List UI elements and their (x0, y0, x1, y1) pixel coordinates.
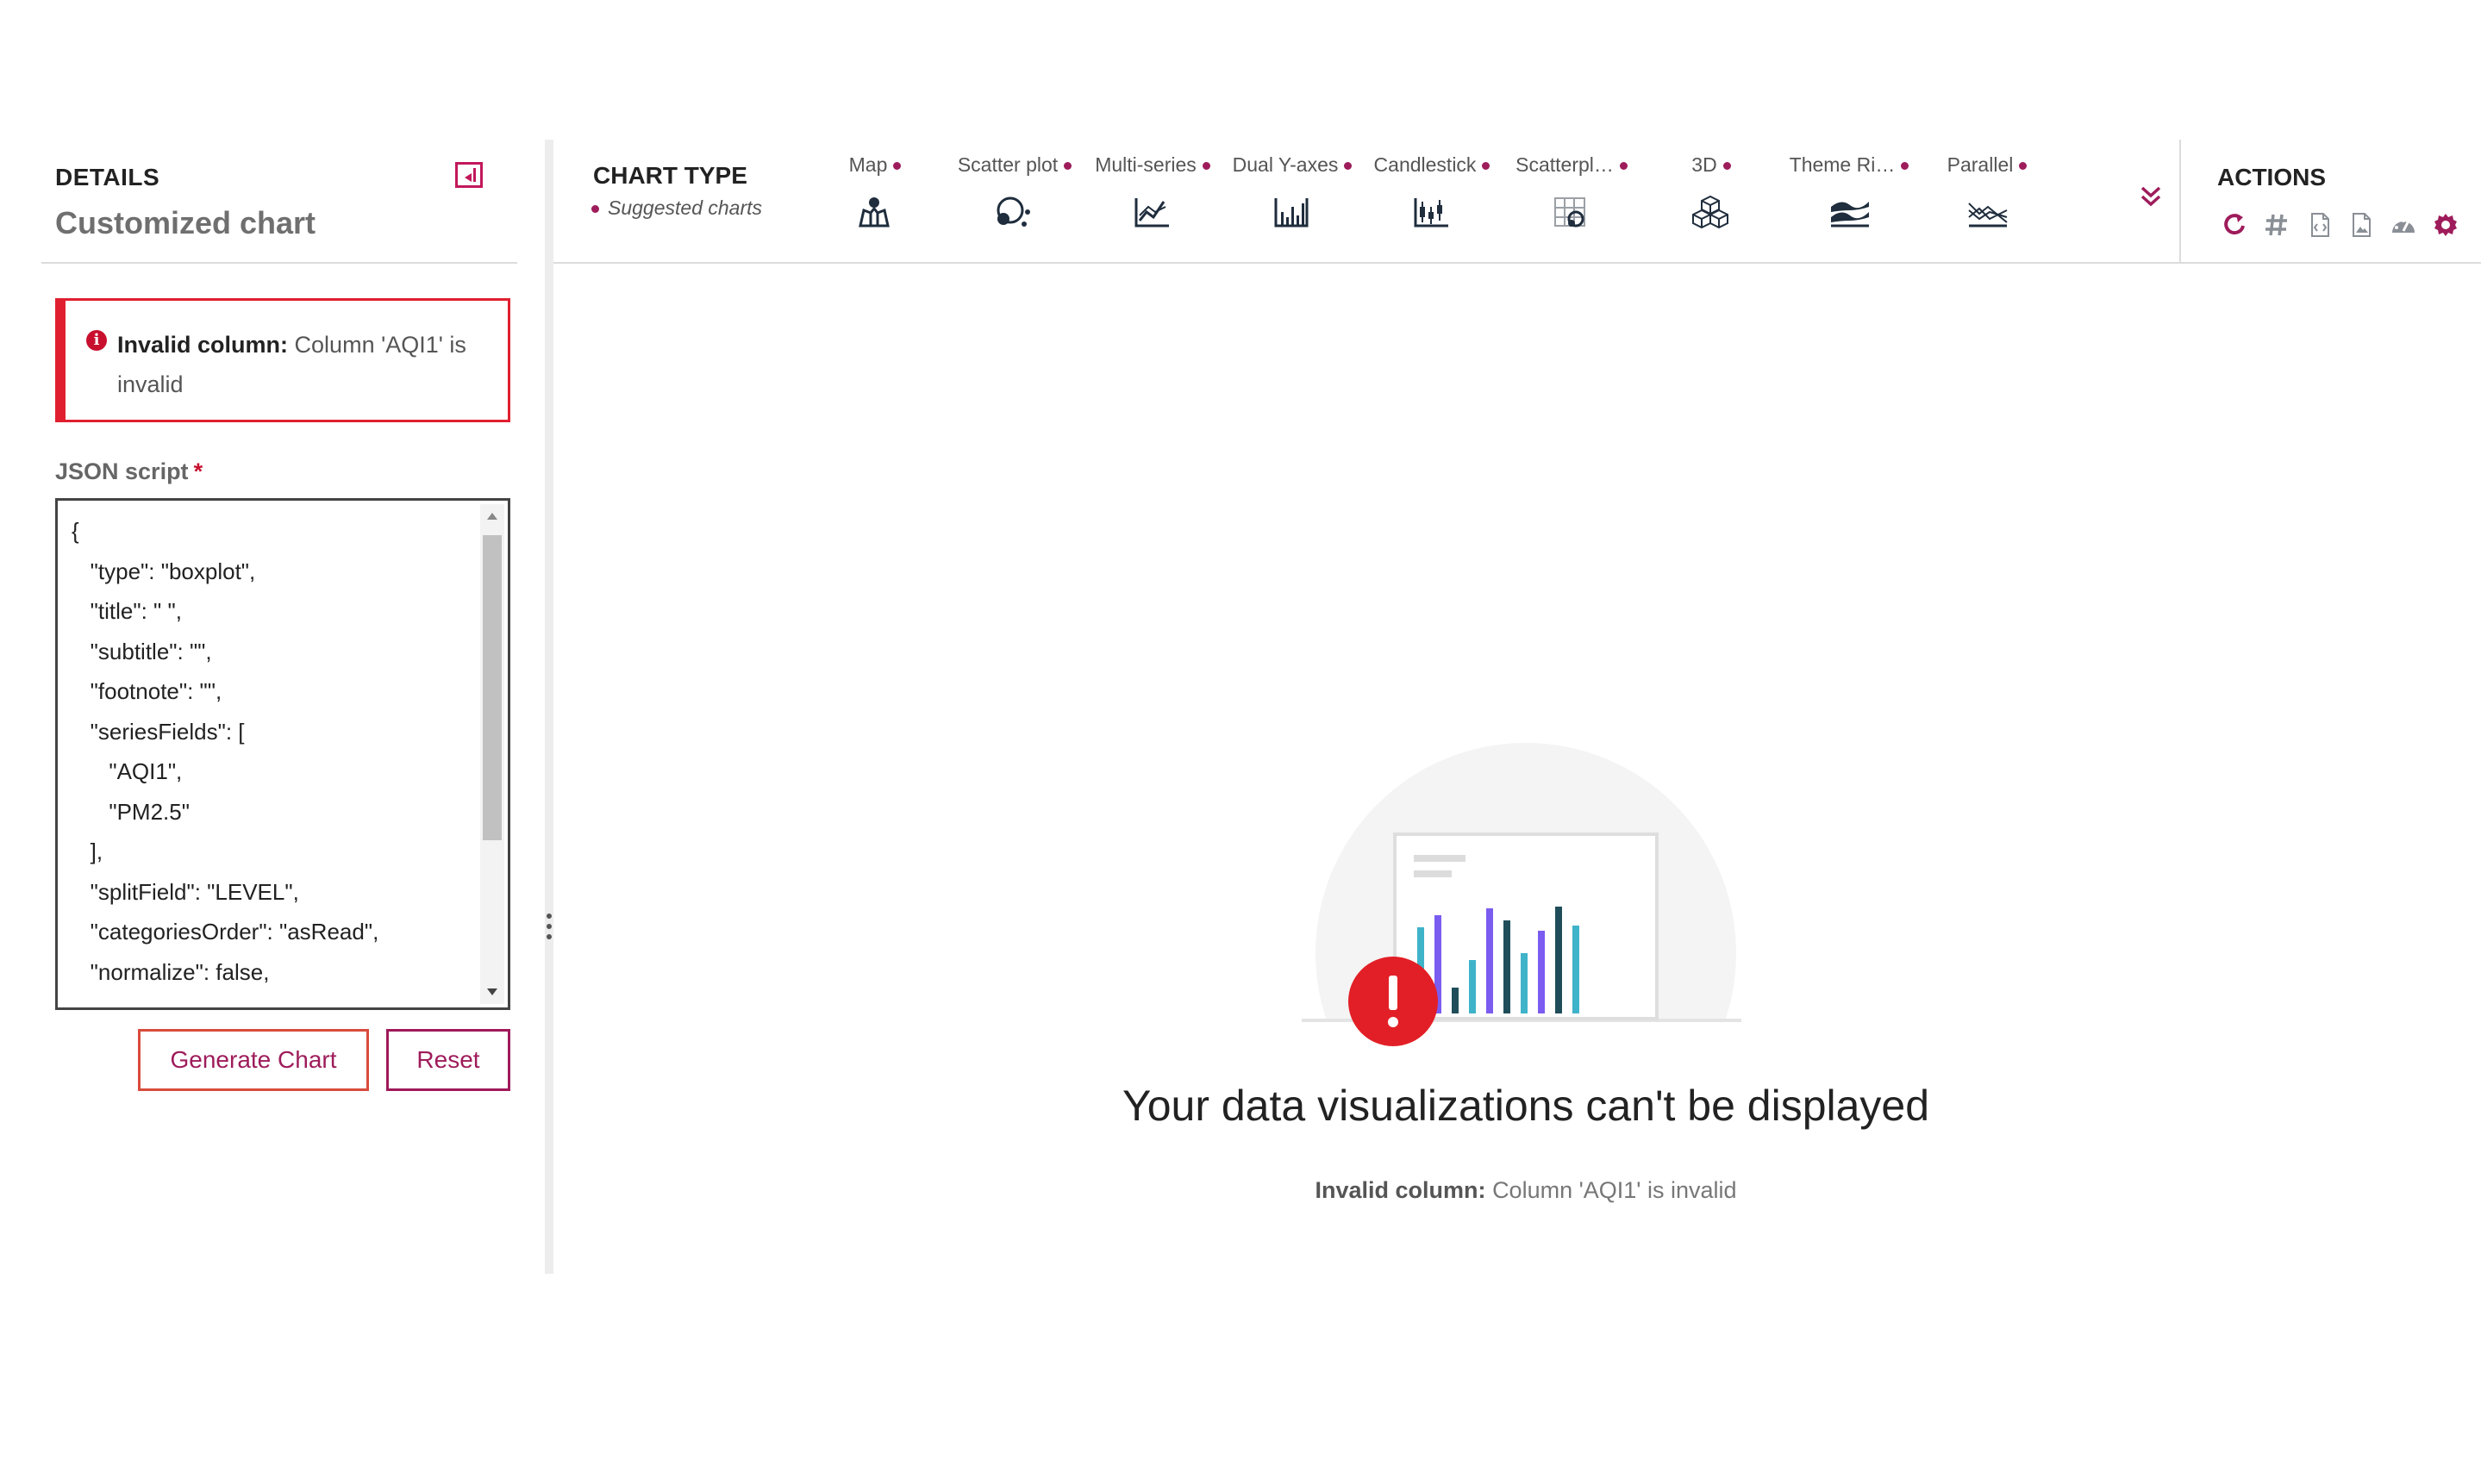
chart-type-scatter-plot[interactable]: Scatter plot (941, 153, 1088, 248)
settings-gear-icon[interactable] (2433, 212, 2459, 238)
actions-divider (2179, 140, 2181, 262)
scroll-up-icon[interactable] (487, 513, 497, 520)
chart-type-label: Scatterpl… (1498, 153, 1645, 177)
expand-chevron-icon[interactable] (2140, 184, 2162, 209)
empty-state-detail: Invalid column: Column 'AQI1' is invalid (948, 1177, 2103, 1204)
chart-type-label: 3D (1638, 153, 1784, 177)
empty-state-detail-message: Column 'AQI1' is invalid (1492, 1177, 1737, 1203)
chart-type-parallel[interactable]: Parallel (1914, 153, 2060, 248)
suggested-charts-legend: Suggested charts (591, 196, 762, 220)
dual-y-axes-icon (1274, 198, 1309, 228)
empty-chart-illustration (1302, 743, 1750, 1048)
app-root: DETAILS Customized chart i Invalid colum… (0, 0, 2481, 1484)
scroll-down-icon[interactable] (487, 988, 497, 995)
details-subtitle: Customized chart (55, 205, 316, 240)
splitter-grip-icon[interactable] (545, 910, 553, 945)
error-info-icon: i (86, 330, 107, 351)
json-script-label-text: JSON script (55, 458, 189, 484)
details-title: DETAILS (55, 164, 160, 190)
chart-type-theme-river[interactable]: Theme Ri… (1776, 153, 1922, 248)
actions-title: ACTIONS (2217, 164, 2326, 190)
json-script-code[interactable]: { "type": "boxplot", "title": " ", "subt… (72, 511, 378, 992)
chart-type-label: Dual Y-axes (1219, 153, 1365, 177)
chart-type-scatterplot-matrix[interactable]: Scatterpl… (1498, 153, 1645, 248)
chart-type-title: CHART TYPE (593, 162, 747, 189)
error-prefix: Invalid column: (117, 332, 289, 358)
chart-type-label: Map (802, 153, 948, 177)
scrollbar-thumb[interactable] (483, 535, 502, 840)
hash-icon[interactable] (2264, 212, 2290, 238)
chart-type-label: Candlestick (1359, 153, 1505, 177)
details-header: DETAILS Customized chart (41, 140, 517, 264)
chart-type-dual-y-axes[interactable]: Dual Y-axes (1219, 153, 1365, 248)
3d-icon (1692, 195, 1728, 229)
chart-type-candlestick[interactable]: Candlestick (1359, 153, 1505, 248)
chart-type-label: Scatter plot (941, 153, 1088, 177)
multi-series-icon (1134, 198, 1169, 228)
panel-splitter[interactable] (545, 140, 553, 1274)
json-script-label: JSON script * (55, 458, 203, 485)
chart-type-label: Multi-series (1079, 153, 1226, 177)
error-text: Invalid column: Column 'AQI1' is invalid (117, 325, 488, 404)
map-icon (859, 197, 890, 228)
generate-chart-button[interactable]: Generate Chart (138, 1029, 369, 1091)
empty-state-title: Your data visualizations can't be displa… (1122, 1082, 1930, 1130)
error-exclamation-icon (1348, 957, 1438, 1046)
scatterplot-matrix-icon (1554, 197, 1585, 228)
chart-type-label: Parallel (1914, 153, 2060, 177)
empty-state-detail-prefix: Invalid column: (1315, 1177, 1486, 1203)
json-scrollbar[interactable] (480, 504, 504, 1004)
chart-type-toolbar: CHART TYPE Suggested charts Map Scatter … (553, 140, 2481, 264)
reset-button[interactable]: Reset (386, 1029, 510, 1091)
chart-type-multi-series[interactable]: Multi-series (1079, 153, 1226, 248)
collapse-panel-icon[interactable] (455, 162, 483, 188)
scatter-plot-icon (997, 196, 1030, 227)
chart-type-map[interactable]: Map (802, 153, 948, 248)
refresh-icon[interactable] (2222, 212, 2248, 238)
dashboard-icon[interactable] (2390, 212, 2417, 238)
candlestick-icon (1414, 198, 1448, 228)
parallel-icon (1968, 203, 2008, 228)
theme-river-icon (1831, 202, 1869, 228)
error-notification: i Invalid column: Column 'AQI1' is inval… (55, 298, 510, 422)
image-file-icon[interactable] (2348, 212, 2374, 238)
chart-type-label: Theme Ri… (1776, 153, 1922, 177)
chart-type-3d[interactable]: 3D (1638, 153, 1784, 248)
code-file-icon[interactable] (2307, 212, 2333, 238)
json-script-editor[interactable]: { "type": "boxplot", "title": " ", "subt… (55, 498, 510, 1010)
required-mark: * (193, 458, 203, 484)
